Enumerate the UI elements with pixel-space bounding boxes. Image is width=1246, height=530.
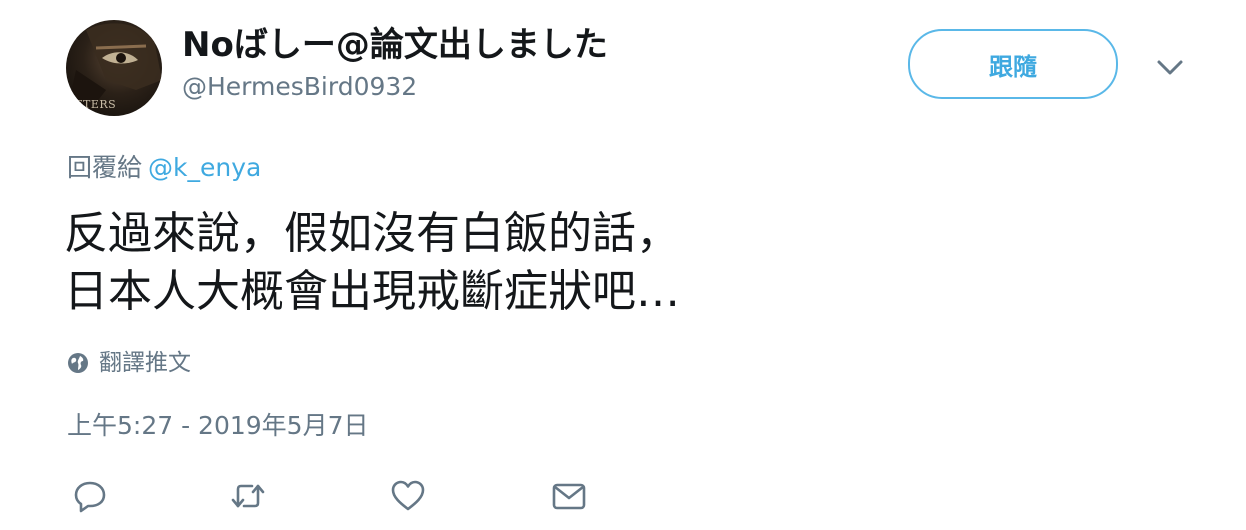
translate-label: 翻譯推文: [99, 350, 191, 376]
envelope-icon[interactable]: [551, 478, 587, 514]
reply-mention-link[interactable]: @k_enya: [148, 153, 261, 182]
heart-icon[interactable]: [390, 478, 426, 514]
reply-context: 回覆給 @k_enya: [67, 151, 261, 185]
avatar[interactable]: IFTERS: [66, 20, 162, 116]
reply-icon[interactable]: [72, 478, 108, 514]
retweet-icon[interactable]: [230, 478, 266, 514]
chevron-down-icon[interactable]: [1155, 52, 1185, 82]
globe-icon: [68, 353, 88, 373]
display-name[interactable]: Noばしー@論文出しました: [182, 24, 608, 66]
follow-button[interactable]: 跟隨: [908, 29, 1118, 99]
tweet-timestamp[interactable]: 上午5:27 - 2019年5月7日: [67, 409, 369, 443]
reply-context-prefix: 回覆給: [67, 153, 143, 182]
tweet-text: 反過來說，假如沒有白飯的話， 日本人大概會出現戒斷症狀吧…: [64, 208, 680, 317]
translate-tweet-link[interactable]: 翻譯推文: [67, 347, 191, 379]
user-handle[interactable]: @HermesBird0932: [182, 70, 417, 104]
avatar-caption: IFTERS: [70, 98, 117, 111]
